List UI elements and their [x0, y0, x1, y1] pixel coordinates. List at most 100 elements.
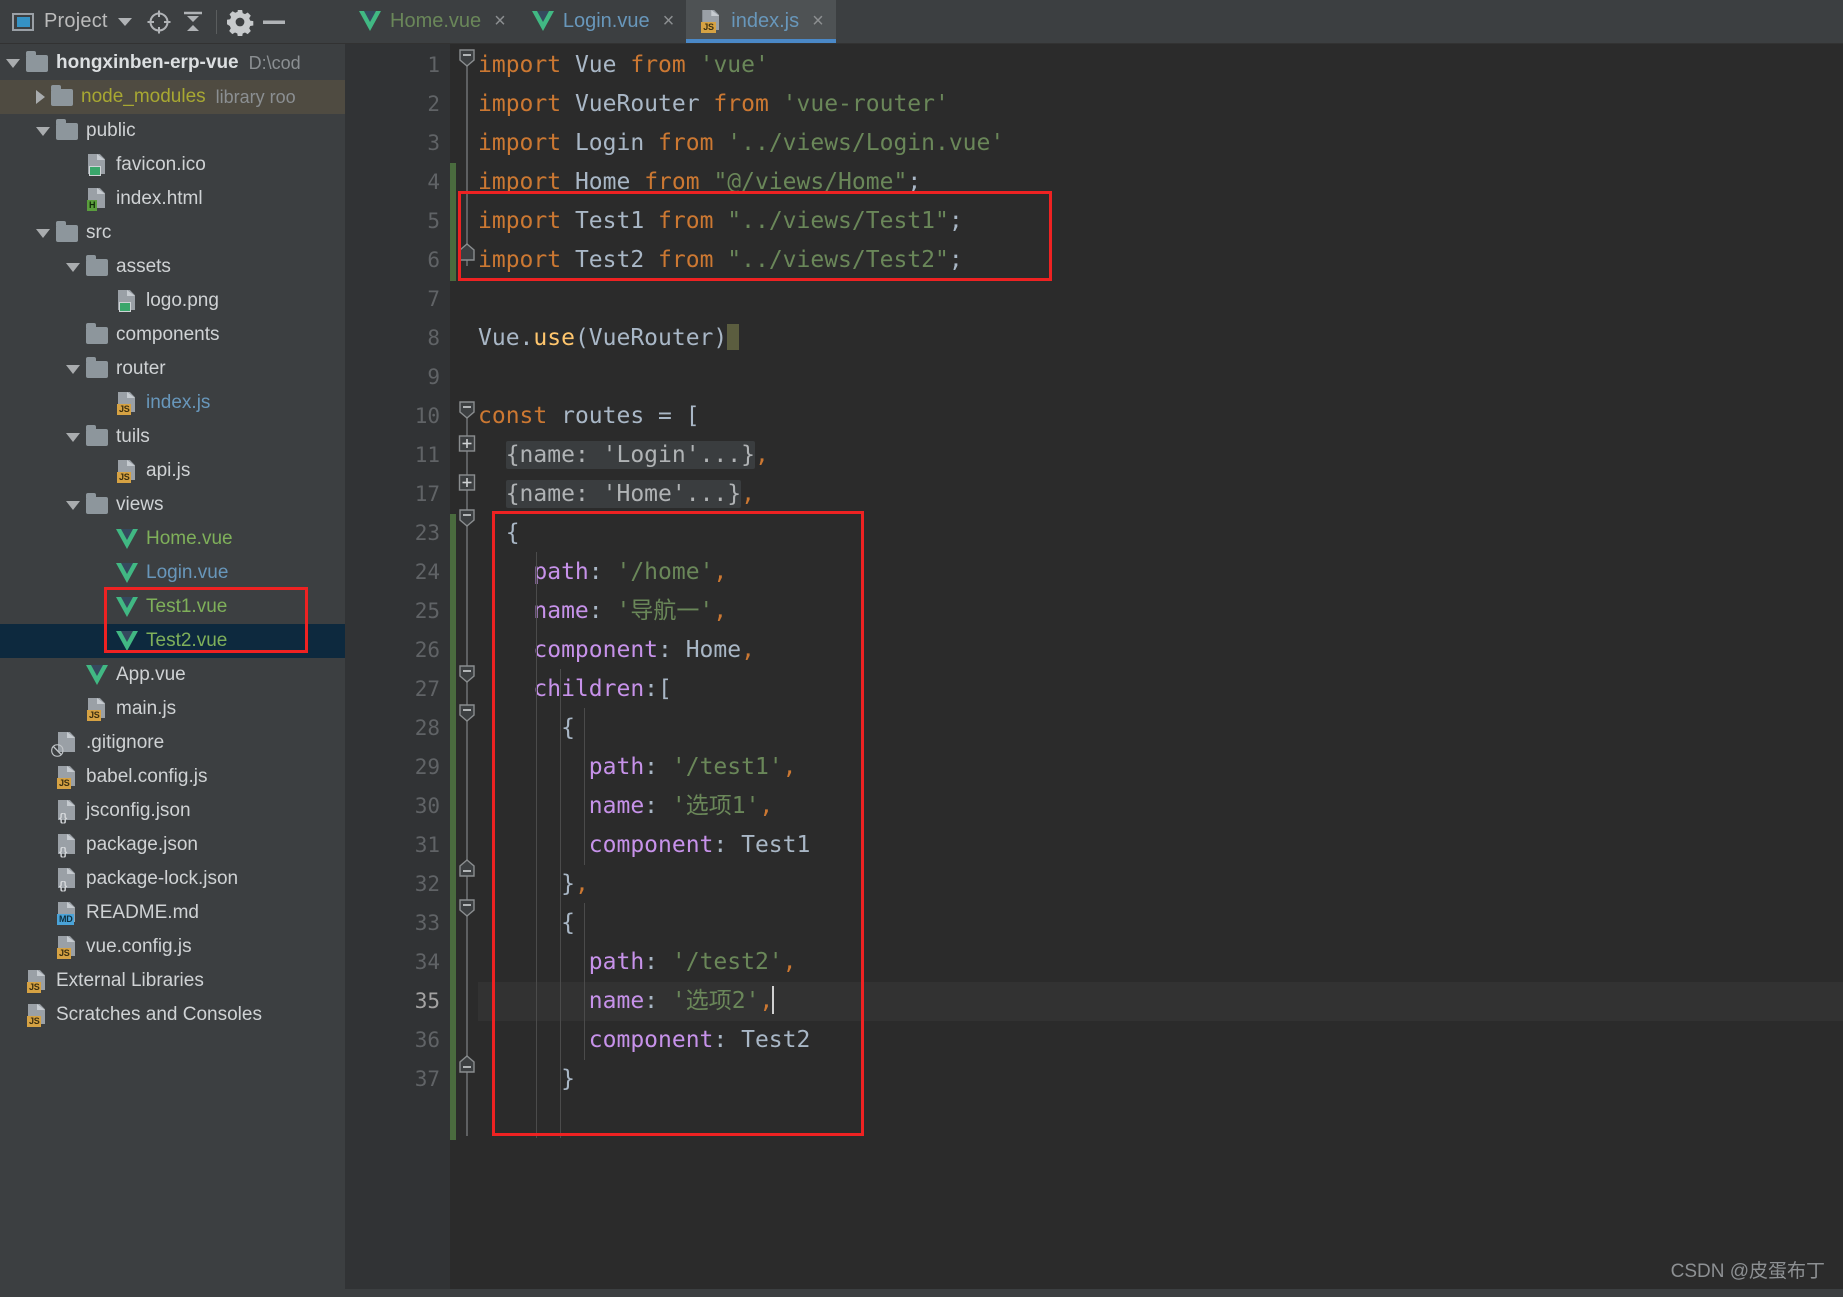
tab-label: Home.vue: [390, 9, 482, 32]
settings-gear-icon[interactable]: [223, 5, 257, 39]
code-line[interactable]: name: '选项1',: [478, 787, 1843, 826]
code-line[interactable]: {: [478, 709, 1843, 748]
tree-row-views[interactable]: views: [0, 488, 345, 522]
code-line[interactable]: name: '选项2',: [478, 982, 1843, 1021]
tree-row-app-vue[interactable]: App.vue: [0, 658, 345, 692]
chevron-down-icon[interactable]: [36, 228, 50, 238]
tree-row-home-vue[interactable]: Home.vue: [0, 522, 345, 556]
tree-row-external-libraries[interactable]: JS External Libraries: [0, 964, 345, 998]
tree-row-jsconfig-json[interactable]: {} jsconfig.json: [0, 794, 345, 828]
hide-toolwindow-icon[interactable]: [257, 5, 291, 39]
close-icon[interactable]: ×: [663, 11, 675, 31]
tree-row-package-json[interactable]: {} package.json: [0, 828, 345, 862]
code-line[interactable]: [478, 358, 1843, 397]
close-icon[interactable]: ×: [812, 11, 824, 31]
collapse-all-icon[interactable]: [176, 5, 210, 39]
code-folding-rail[interactable]: [456, 44, 478, 1297]
tree-row-logo-png[interactable]: logo.png: [0, 284, 345, 318]
tree-row-router[interactable]: router: [0, 352, 345, 386]
tree-item-label: Test2.vue: [146, 630, 228, 651]
tree-row-node-modules[interactable]: node_modules library roo: [0, 80, 345, 114]
tree-row-index-html[interactable]: Hindex.html: [0, 182, 345, 216]
tree-item-label: hongxinben-erp-vue: [56, 52, 239, 73]
code-line[interactable]: import Login from '../views/Login.vue': [478, 124, 1843, 163]
js-file-icon: JS: [56, 935, 78, 959]
folder-icon: [51, 84, 73, 106]
tree-row-tuils[interactable]: tuils: [0, 420, 345, 454]
tree-item-label: App.vue: [116, 664, 186, 685]
tree-row-public[interactable]: public: [0, 114, 345, 148]
chevron-down-icon[interactable]: [66, 364, 80, 374]
tree-row-login-vue[interactable]: Login.vue: [0, 556, 345, 590]
html-file-icon: H: [86, 187, 108, 211]
code-line[interactable]: {name: 'Login'...},: [478, 436, 1843, 475]
project-tree[interactable]: hongxinben-erp-vue D:\cod node_modules libr…: [0, 44, 345, 1297]
line-number: 23: [414, 521, 440, 545]
chevron-down-icon[interactable]: [36, 126, 50, 136]
code-line[interactable]: path: '/home',: [478, 553, 1843, 592]
vue-file-icon: [116, 529, 138, 549]
tree-row-components[interactable]: components: [0, 318, 345, 352]
tree-row-assets[interactable]: assets: [0, 250, 345, 284]
line-number: 32: [414, 872, 440, 896]
code-line[interactable]: }: [478, 1060, 1843, 1099]
tree-row-scratches-and-consoles[interactable]: JS Scratches and Consoles: [0, 998, 345, 1032]
tree-row-src[interactable]: src: [0, 216, 345, 250]
chevron-right-icon[interactable]: [36, 90, 45, 104]
line-number: 29: [414, 755, 440, 779]
code-line[interactable]: children:[: [478, 670, 1843, 709]
tree-item-label: README.md: [86, 902, 199, 923]
code-line[interactable]: {: [478, 514, 1843, 553]
editor-tab-home-vue[interactable]: Home.vue ×: [345, 0, 518, 43]
code-line[interactable]: {: [478, 904, 1843, 943]
folder-icon: [86, 492, 108, 514]
folder-icon: [86, 254, 108, 276]
editor-tab-login-vue[interactable]: Login.vue ×: [517, 0, 687, 43]
code-line[interactable]: path: '/test2',: [478, 943, 1843, 982]
code-line[interactable]: component: Home,: [478, 631, 1843, 670]
code-line[interactable]: path: '/test1',: [478, 748, 1843, 787]
code-line[interactable]: {name: 'Home'...},: [478, 475, 1843, 514]
tree-row-hongxinben-erp-vue[interactable]: hongxinben-erp-vue D:\cod: [0, 46, 345, 80]
code-editor[interactable]: 1 2 3 4 5 6 7 8 9 10 11 17 23 24 25 26 27 28 29 30 31 32 33 34 3…: [345, 44, 1843, 1297]
tree-row-gitignore[interactable]: ⃠ .gitignore: [0, 726, 345, 760]
tree-row-index-js[interactable]: JS index.js: [0, 386, 345, 420]
tree-row-api-js[interactable]: JS api.js: [0, 454, 345, 488]
code-line[interactable]: Vue.use(VueRouter): [478, 319, 1843, 358]
tree-row-package-lock-json[interactable]: {} package-lock.json: [0, 862, 345, 896]
code-line[interactable]: name: '导航一',: [478, 592, 1843, 631]
tree-row-vue-config-js[interactable]: JS vue.config.js: [0, 930, 345, 964]
chevron-down-icon[interactable]: [6, 58, 20, 68]
code-line[interactable]: import Home from "@/views/Home";: [478, 163, 1843, 202]
chevron-down-icon[interactable]: [66, 432, 80, 442]
code-line[interactable]: import VueRouter from 'vue-router': [478, 85, 1843, 124]
code-line[interactable]: import Test1 from "../views/Test1";: [478, 202, 1843, 241]
tree-row-test2-vue[interactable]: Test2.vue: [0, 624, 345, 658]
source-code[interactable]: import Vue from 'vue' import VueRouter fr…: [478, 46, 1843, 1099]
code-line[interactable]: const routes = [: [478, 397, 1843, 436]
line-number: 28: [414, 716, 440, 740]
line-number: 4: [427, 170, 440, 194]
vue-file-icon: [86, 665, 108, 685]
code-line[interactable]: [478, 280, 1843, 319]
code-line[interactable]: import Test2 from "../views/Test2";: [478, 241, 1843, 280]
line-number: 1: [427, 53, 440, 77]
js-file-icon: JS: [56, 765, 78, 789]
chevron-down-icon[interactable]: [66, 500, 80, 510]
code-line[interactable]: },: [478, 865, 1843, 904]
code-line[interactable]: import Vue from 'vue': [478, 46, 1843, 85]
tree-row-main-js[interactable]: JS main.js: [0, 692, 345, 726]
tree-row-readme-md[interactable]: MD README.md: [0, 896, 345, 930]
chevron-down-icon[interactable]: [108, 5, 142, 39]
tree-row-babel-config-js[interactable]: JS babel.config.js: [0, 760, 345, 794]
locate-icon[interactable]: [142, 5, 176, 39]
code-line[interactable]: component: Test1: [478, 826, 1843, 865]
tree-row-favicon-ico[interactable]: favicon.ico: [0, 148, 345, 182]
tree-row-test1-vue[interactable]: Test1.vue: [0, 590, 345, 624]
indent-guide: [584, 708, 585, 865]
code-line[interactable]: component: Test2: [478, 1021, 1843, 1060]
close-icon[interactable]: ×: [494, 11, 506, 31]
editor-tab-index-js[interactable]: JS index.js ×: [686, 0, 836, 43]
chevron-down-icon[interactable]: [66, 262, 80, 272]
code-area[interactable]: import Vue from 'vue' import VueRouter fr…: [450, 44, 1843, 1297]
